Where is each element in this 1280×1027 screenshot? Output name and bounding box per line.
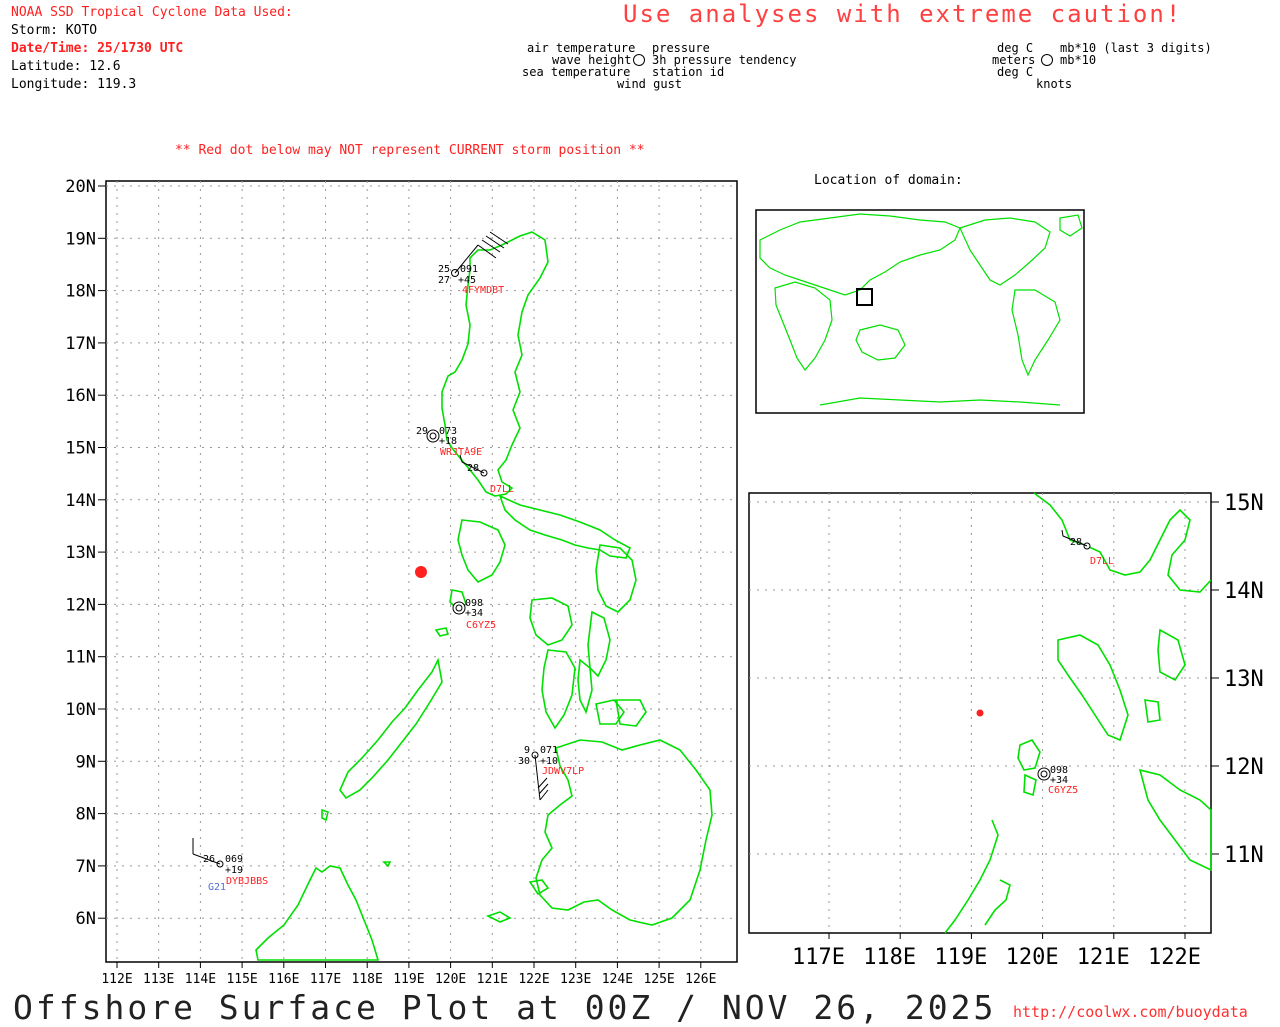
station-pressure: 071 bbox=[540, 745, 558, 756]
main-lon-labels: 112E 113E 114E 115E 116E 117E 118E 119E 120E 121E… bbox=[101, 962, 716, 987]
lat-tick-label: 6N bbox=[76, 909, 96, 929]
zoom-lat-tick-label: 14N bbox=[1224, 579, 1264, 604]
zoom-lon-tick-label: 119E bbox=[934, 945, 987, 970]
station-circle-icon bbox=[1040, 770, 1048, 778]
storm-position-marker[interactable] bbox=[415, 566, 427, 578]
station-air-temp: 28 bbox=[467, 463, 479, 474]
lat-tick-label: 11N bbox=[65, 648, 96, 668]
zoom-storm-position-marker[interactable] bbox=[976, 709, 984, 717]
station-circle-icon bbox=[429, 432, 437, 440]
lon-tick-label: 112E bbox=[101, 972, 132, 987]
station-air-temp: 9 bbox=[524, 745, 530, 756]
main-map: 20N 19N 18N 17N 16N 15N 14N 13N 12N 11N 10N 9N 8N 7N 6… bbox=[65, 177, 738, 987]
lon-tick-label: 125E bbox=[643, 972, 674, 987]
zoom-lon-tick-label: 121E bbox=[1077, 945, 1130, 970]
main-lat-labels: 20N 19N 18N 17N 16N 15N 14N 13N 12N 11N 10N 9N 8N 7N 6… bbox=[65, 177, 106, 929]
station-id: D7LL bbox=[1090, 556, 1114, 567]
station-tendency: +18 bbox=[439, 436, 457, 447]
lon-tick-label: 115E bbox=[226, 972, 257, 987]
lat-tick-label: 7N bbox=[76, 857, 96, 877]
zoom-lon-tick-label: 122E bbox=[1148, 945, 1201, 970]
lon-tick-label: 113E bbox=[143, 972, 174, 987]
lon-tick-label: 118E bbox=[352, 972, 383, 987]
lat-tick-label: 15N bbox=[65, 439, 96, 459]
station-air-temp: 29 bbox=[416, 426, 428, 437]
lon-tick-label: 114E bbox=[185, 972, 216, 987]
station-air-temp: 26 bbox=[203, 854, 215, 865]
zoom-lon-tick-label: 118E bbox=[863, 945, 916, 970]
inset-world-map bbox=[755, 209, 1085, 414]
lat-tick-label: 12N bbox=[65, 595, 96, 615]
lat-tick-label: 14N bbox=[65, 491, 96, 511]
zoom-map: 15N 14N 13N 12N 11N 117E 118E 119E 120E 121E 122E… bbox=[748, 491, 1264, 970]
lon-tick-label: 123E bbox=[560, 972, 591, 987]
station-id: D7LL bbox=[490, 484, 514, 495]
lon-tick-label: 124E bbox=[602, 972, 633, 987]
lat-tick-label: 9N bbox=[76, 752, 96, 772]
zoom-lat-tick-label: 12N bbox=[1224, 755, 1264, 780]
lat-tick-label: 19N bbox=[65, 229, 96, 249]
station-air-temp: 28 bbox=[1070, 537, 1082, 548]
zoom-lon-labels: 117E 118E 119E 120E 121E 122E bbox=[792, 933, 1201, 970]
lat-tick-label: 16N bbox=[65, 386, 96, 406]
station-tendency: +19 bbox=[225, 865, 243, 876]
station-sea-temp: 27 bbox=[438, 275, 450, 286]
lon-tick-label: 120E bbox=[435, 972, 466, 987]
station-id: WRJTA9E bbox=[440, 447, 482, 458]
zoom-lon-tick-label: 120E bbox=[1006, 945, 1059, 970]
lon-tick-label: 117E bbox=[310, 972, 341, 987]
inset-frame bbox=[755, 209, 1085, 414]
zoom-lat-tick-label: 11N bbox=[1224, 843, 1264, 868]
station-air-temp: 25 bbox=[438, 264, 450, 275]
map-canvas: 20N 19N 18N 17N 16N 15N 14N 13N 12N 11N 10N 9N 8N 7N 6… bbox=[65, 177, 1264, 987]
station-pressure: 091 bbox=[460, 264, 478, 275]
zoom-lat-tick-label: 15N bbox=[1224, 491, 1264, 516]
station-tendency: +34 bbox=[465, 608, 483, 619]
lon-tick-label: 119E bbox=[393, 972, 424, 987]
station-gust: G21 bbox=[208, 882, 226, 893]
source-url-link[interactable]: http://coolwx.com/buoydata bbox=[1013, 1003, 1248, 1021]
lon-tick-label: 126E bbox=[685, 972, 716, 987]
lat-tick-label: 20N bbox=[65, 177, 96, 197]
lat-tick-label: 18N bbox=[65, 282, 96, 302]
station-id: JDWV7LP bbox=[542, 766, 584, 777]
zoom-lon-tick-label: 117E bbox=[792, 945, 845, 970]
station-id: DYBJBBS bbox=[226, 876, 268, 887]
station-id: 4FYMDBT bbox=[462, 285, 504, 296]
plot-title: Offshore Surface Plot at 00Z / NOV 26, 2… bbox=[13, 988, 997, 1027]
station-id: C6YZ5 bbox=[1048, 785, 1078, 796]
lon-tick-label: 122E bbox=[518, 972, 549, 987]
station-id: C6YZ5 bbox=[466, 620, 496, 631]
station-circle-icon bbox=[455, 604, 463, 612]
lat-tick-label: 17N bbox=[65, 334, 96, 354]
station-pressure: 069 bbox=[225, 854, 243, 865]
zoom-lat-tick-label: 13N bbox=[1224, 667, 1264, 692]
lon-tick-label: 116E bbox=[268, 972, 299, 987]
station-sea-temp: 30 bbox=[518, 756, 530, 767]
zoom-lat-labels: 15N 14N 13N 12N 11N bbox=[1211, 491, 1264, 868]
lat-tick-label: 8N bbox=[76, 805, 96, 825]
lon-tick-label: 121E bbox=[477, 972, 508, 987]
lat-tick-label: 10N bbox=[65, 700, 96, 720]
lat-tick-label: 13N bbox=[65, 543, 96, 563]
